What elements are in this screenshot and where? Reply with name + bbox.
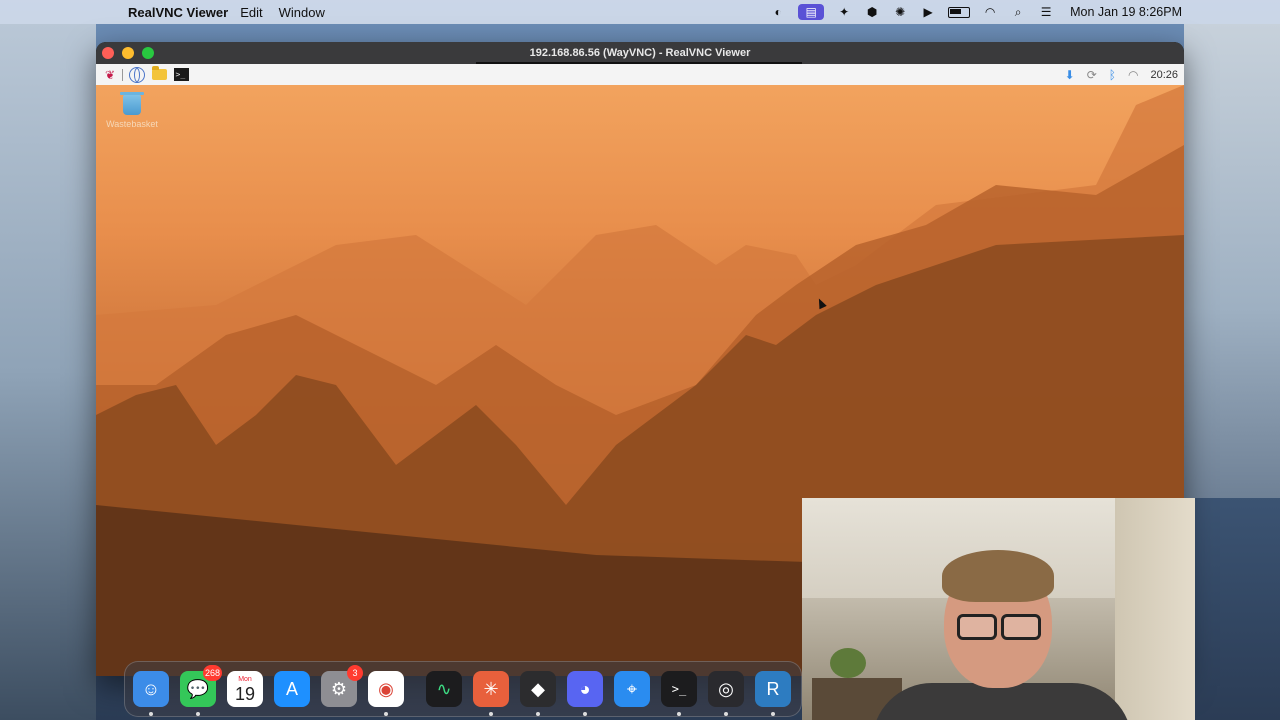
running-indicator — [583, 712, 587, 716]
obs-icon: ◎ — [718, 678, 734, 699]
folder-icon — [151, 66, 167, 80]
download-icon[interactable]: ⬇ — [1065, 68, 1075, 82]
dock-discord[interactable]: ◕ — [567, 671, 603, 716]
minimize-window-button[interactable] — [122, 47, 134, 59]
dock-safari[interactable]: ⌖ — [614, 671, 650, 707]
calendar-month: Mon — [238, 675, 252, 683]
menu-bar: RealVNC Viewer Edit Window ◐ ▤ ✦ ⬢ ✺ ▶ ◠… — [0, 0, 1280, 24]
menu-bar-clock[interactable]: Mon Jan 19 8:26PM — [1070, 5, 1182, 19]
dock-finder[interactable]: ☺ — [133, 671, 169, 716]
play-icon[interactable]: ▶ — [920, 4, 936, 20]
dock-realvnc[interactable]: R — [755, 671, 791, 716]
search-icon[interactable]: ⌕ — [1010, 4, 1026, 20]
pi-clock[interactable]: 20:26 — [1150, 69, 1178, 81]
battery-icon[interactable] — [948, 6, 971, 18]
running-indicator — [536, 712, 540, 716]
settings-icon: ⚙ — [330, 678, 348, 699]
wastebasket-label: Wastebasket — [106, 119, 158, 129]
webcam-overlay — [802, 498, 1195, 720]
sparkle-icon[interactable]: ✦ — [836, 4, 852, 20]
screen-share-icon[interactable]: ◐ — [770, 4, 786, 20]
running-indicator — [384, 712, 388, 716]
desktop-wallpaper-left — [0, 24, 96, 720]
cube-icon: ◆ — [531, 678, 545, 699]
running-indicator — [677, 712, 681, 716]
dock-claude[interactable]: ✳ — [473, 671, 509, 716]
sync-icon[interactable]: ⟳ — [1087, 68, 1097, 82]
activity-monitor-icon: ∿ — [436, 678, 452, 699]
discord-icon: ◕ — [579, 678, 591, 699]
webcam-person-body — [872, 683, 1132, 720]
app-store-icon: A — [285, 678, 298, 699]
close-window-button[interactable] — [102, 47, 114, 59]
dock-terminal[interactable]: >_ — [661, 671, 697, 716]
chrome-icon: ◉ — [378, 678, 394, 699]
dock-activity-monitor[interactable]: ∿ — [426, 671, 462, 707]
pi-taskbar: ❦ >_ ⬇ ⟳ ᛒ ◠ 20:26 — [96, 64, 1184, 86]
realvnc-icon: R — [766, 678, 780, 699]
glasses-lens-left — [957, 614, 997, 640]
dock-chrome[interactable]: ◉ — [368, 671, 404, 716]
running-indicator — [196, 712, 200, 716]
desktop-wallpaper-right — [1184, 24, 1280, 498]
globe-icon — [129, 66, 145, 83]
safari-icon: ⌖ — [626, 678, 638, 699]
control-center-icon[interactable]: ☰ — [1038, 4, 1054, 20]
settings-badge: 3 — [347, 665, 363, 681]
calendar-day: 19 — [234, 683, 256, 704]
window-title-bar[interactable]: 192.168.86.56 (WayVNC) - RealVNC Viewer — [96, 42, 1184, 64]
file-manager-launcher[interactable] — [151, 66, 167, 83]
menu-edit[interactable]: Edit — [240, 5, 262, 20]
glasses-lens-right — [1001, 614, 1041, 640]
messages-icon: 💬 — [186, 678, 210, 699]
pi-tray: ⬇ ⟳ ᛒ ◠ 20:26 — [1065, 64, 1178, 85]
bluetooth-icon[interactable]: ᛒ — [1109, 68, 1116, 82]
browser-launcher[interactable] — [129, 66, 145, 83]
window-title: 192.168.86.56 (WayVNC) - RealVNC Viewer — [529, 47, 751, 59]
menu-bar-status-area: ◐ ▤ ✦ ⬢ ✺ ▶ ◠ ⌕ ☰ Mon Jan 19 8:26PM — [770, 0, 1182, 24]
dock-obs[interactable]: ◎ — [708, 671, 744, 716]
terminal-icon: >_ — [671, 682, 687, 696]
messages-badge: 268 — [202, 665, 222, 681]
raspberry-menu-icon[interactable]: ❦ — [102, 67, 118, 83]
zoom-window-button[interactable] — [142, 47, 154, 59]
dock: ☺ 💬 268 Mon 19 A ⚙ 3 ◉ ∿ ✳ ◆ ◕ ⌖ >_ ◎ R — [124, 661, 802, 717]
dock-messages[interactable]: 💬 268 — [180, 665, 222, 716]
dock-cube-app[interactable]: ◆ — [520, 671, 556, 716]
wastebasket-desktop-item[interactable]: Wastebasket — [106, 92, 158, 129]
webcam-wall — [1115, 498, 1195, 720]
wifi-icon[interactable]: ◠ — [982, 4, 998, 20]
terminal-launcher[interactable]: >_ — [173, 67, 189, 83]
running-indicator — [771, 712, 775, 716]
caption-icon[interactable]: ▤ — [798, 4, 825, 20]
menu-window[interactable]: Window — [279, 5, 325, 20]
running-indicator — [149, 712, 153, 716]
webcam-plant — [830, 648, 866, 678]
running-indicator — [489, 712, 493, 716]
trash-icon — [120, 92, 144, 115]
running-indicator — [724, 712, 728, 716]
dock-system-settings[interactable]: ⚙ 3 — [321, 665, 363, 707]
taskbar-separator — [122, 68, 123, 81]
gear-status-icon[interactable]: ✺ — [892, 4, 908, 20]
terminal-icon: >_ — [173, 68, 189, 81]
dock-calendar[interactable]: Mon 19 — [227, 671, 263, 707]
webcam-person-glasses — [957, 614, 1043, 640]
cube-status-icon[interactable]: ⬢ — [864, 4, 880, 20]
dock-app-store[interactable]: A — [274, 671, 310, 707]
wifi-tray-icon[interactable]: ◠ — [1128, 68, 1138, 82]
menu-app-name[interactable]: RealVNC Viewer — [128, 5, 228, 20]
finder-icon: ☺ — [141, 678, 161, 699]
claude-icon: ✳ — [483, 678, 499, 699]
webcam-person-hair — [942, 550, 1054, 602]
